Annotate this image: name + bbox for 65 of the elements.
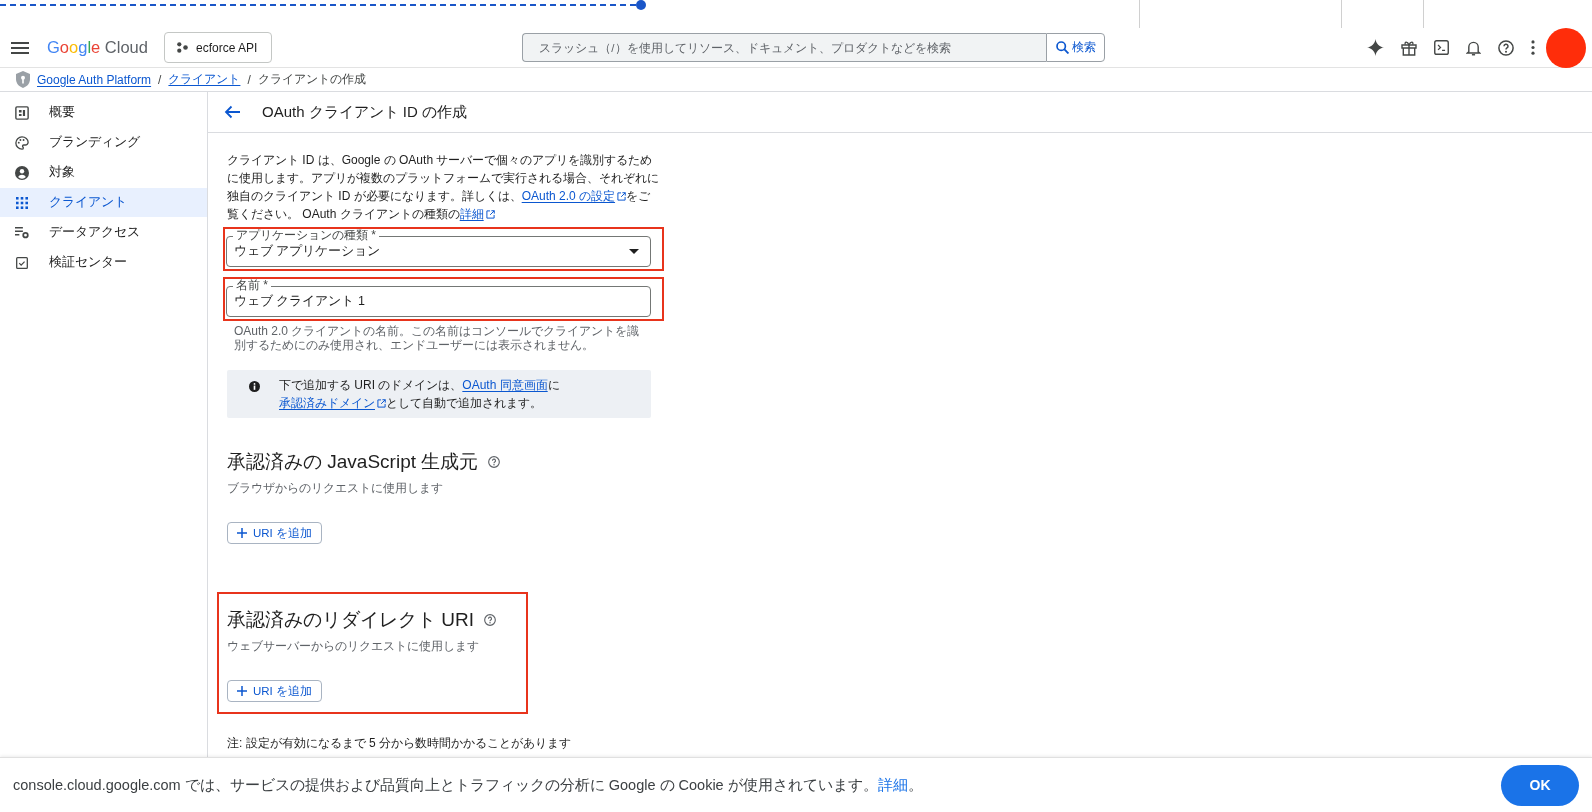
project-selector[interactable]: ecforce API [164, 32, 273, 63]
grid-icon [15, 196, 29, 209]
person-icon [15, 165, 29, 180]
checkbox-icon [15, 256, 29, 269]
link[interactable]: OAuth 同意画面 [462, 378, 548, 392]
search-field[interactable]: スラッシュ（/）を使用してリソース、ドキュメント、プロダクトなどを検索 [522, 33, 1047, 62]
google-cloud-logo[interactable]: Google Cloud [47, 38, 148, 57]
intro-text: クライアント ID は、Google の OAuth サーバーで個々のアプリを識別するために使用します。アプリが複数のプラットフォームで実行される場合、それぞれに独自のクライアント ID が必要になります。詳しくは、OAuth 2.0 の設定 をご覧ください。 OAuth クライアントの種類の詳細 [227, 152, 659, 223]
plus-icon [237, 686, 247, 696]
add-uri-button[interactable]: URI を追加 [227, 522, 322, 544]
cookie-message: console.cloud.google.com では、サービスの提供および品質向上とトラフィックの分析に Google の Cookie が使用されています。詳細。 [13, 775, 923, 795]
breadcrumb-current: クライアントの作成 [257, 71, 366, 88]
project-icon [177, 42, 188, 53]
text-input[interactable]: ウェブ クライアント 1 [234, 292, 639, 311]
sidebar-item[interactable]: クライアント [0, 188, 207, 217]
dashboard-icon [15, 105, 29, 120]
field-label: アプリケーションの種類 * [233, 229, 379, 242]
link[interactable]: 承認済みドメイン [279, 396, 386, 410]
breadcrumb-link[interactable]: クライアント [168, 71, 241, 88]
section-description: ブラウザからのリクエストに使用します [227, 481, 444, 495]
sparkle-icon[interactable] [1367, 39, 1384, 56]
sidebar-item[interactable]: ブランディング [0, 128, 207, 157]
search-button[interactable]: 検索 [1046, 33, 1106, 62]
back-arrow-icon[interactable] [224, 105, 240, 119]
breadcrumb-link[interactable]: Google Auth Platform [37, 72, 152, 87]
palette-icon [15, 135, 29, 150]
add-uri-button[interactable]: URI を追加 [227, 680, 322, 702]
link[interactable]: 詳細 [459, 207, 495, 221]
external-link-icon [617, 192, 627, 201]
help-icon[interactable] [488, 456, 501, 468]
helper-text: OAuth 2.0 クライアントの名前。この名前はコンソールでクライアントを識別するためにのみ使用され、エンドユーザーには表示されません。 [234, 324, 641, 352]
sidebar-item[interactable]: 対象 [0, 158, 207, 187]
plus-icon [237, 528, 247, 538]
ok-button[interactable]: OK [1501, 764, 1579, 806]
sidebar-item[interactable]: データアクセス [0, 218, 207, 247]
page-title: OAuth クライアント ID の作成 [262, 102, 468, 122]
info-icon [249, 381, 260, 392]
note-text: 注: 設定が有効になるまで 5 分から数時間かかることがあります [227, 736, 571, 751]
breadcrumb-separator: / [247, 72, 251, 87]
text-field[interactable]: 名前 * ウェブ クライアント 1 [226, 279, 651, 317]
info-text: 下で追加する URI のドメインは、OAuth 同意画面に 承認済みドメイン として自動で追加されます。 [279, 377, 561, 412]
breadcrumb-separator: / [158, 72, 162, 87]
avatar[interactable] [1546, 27, 1586, 68]
section-description: ウェブサーバーからのリクエストに使用します [227, 639, 480, 653]
select-field[interactable]: アプリケーションの種類 * ウェブ アプリケーション [226, 229, 651, 267]
section-heading: 承認済みの JavaScript 生成元 [227, 450, 479, 474]
more-icon[interactable] [1531, 40, 1535, 55]
link[interactable]: OAuth 2.0 の設定 [521, 189, 627, 203]
help-icon[interactable] [484, 614, 496, 626]
external-link-icon [377, 399, 386, 408]
field-label: 名前 * [233, 279, 271, 292]
caret-icon [629, 249, 639, 254]
list-settings-icon [15, 226, 29, 239]
link[interactable]: 詳細 [877, 776, 908, 793]
menu-icon[interactable] [11, 41, 29, 54]
terminal-icon[interactable] [1434, 40, 1449, 55]
section-heading: 承認済みのリダイレクト URI [227, 608, 474, 632]
bell-icon[interactable] [1466, 39, 1481, 56]
help-icon[interactable] [1498, 39, 1514, 56]
shield-icon [16, 71, 30, 88]
gift-icon[interactable] [1401, 39, 1417, 56]
sidebar-item[interactable]: 概要 [0, 98, 207, 127]
search-icon [1055, 41, 1069, 54]
external-link-icon [485, 210, 495, 219]
sidebar-item[interactable]: 検証センター [0, 248, 207, 277]
